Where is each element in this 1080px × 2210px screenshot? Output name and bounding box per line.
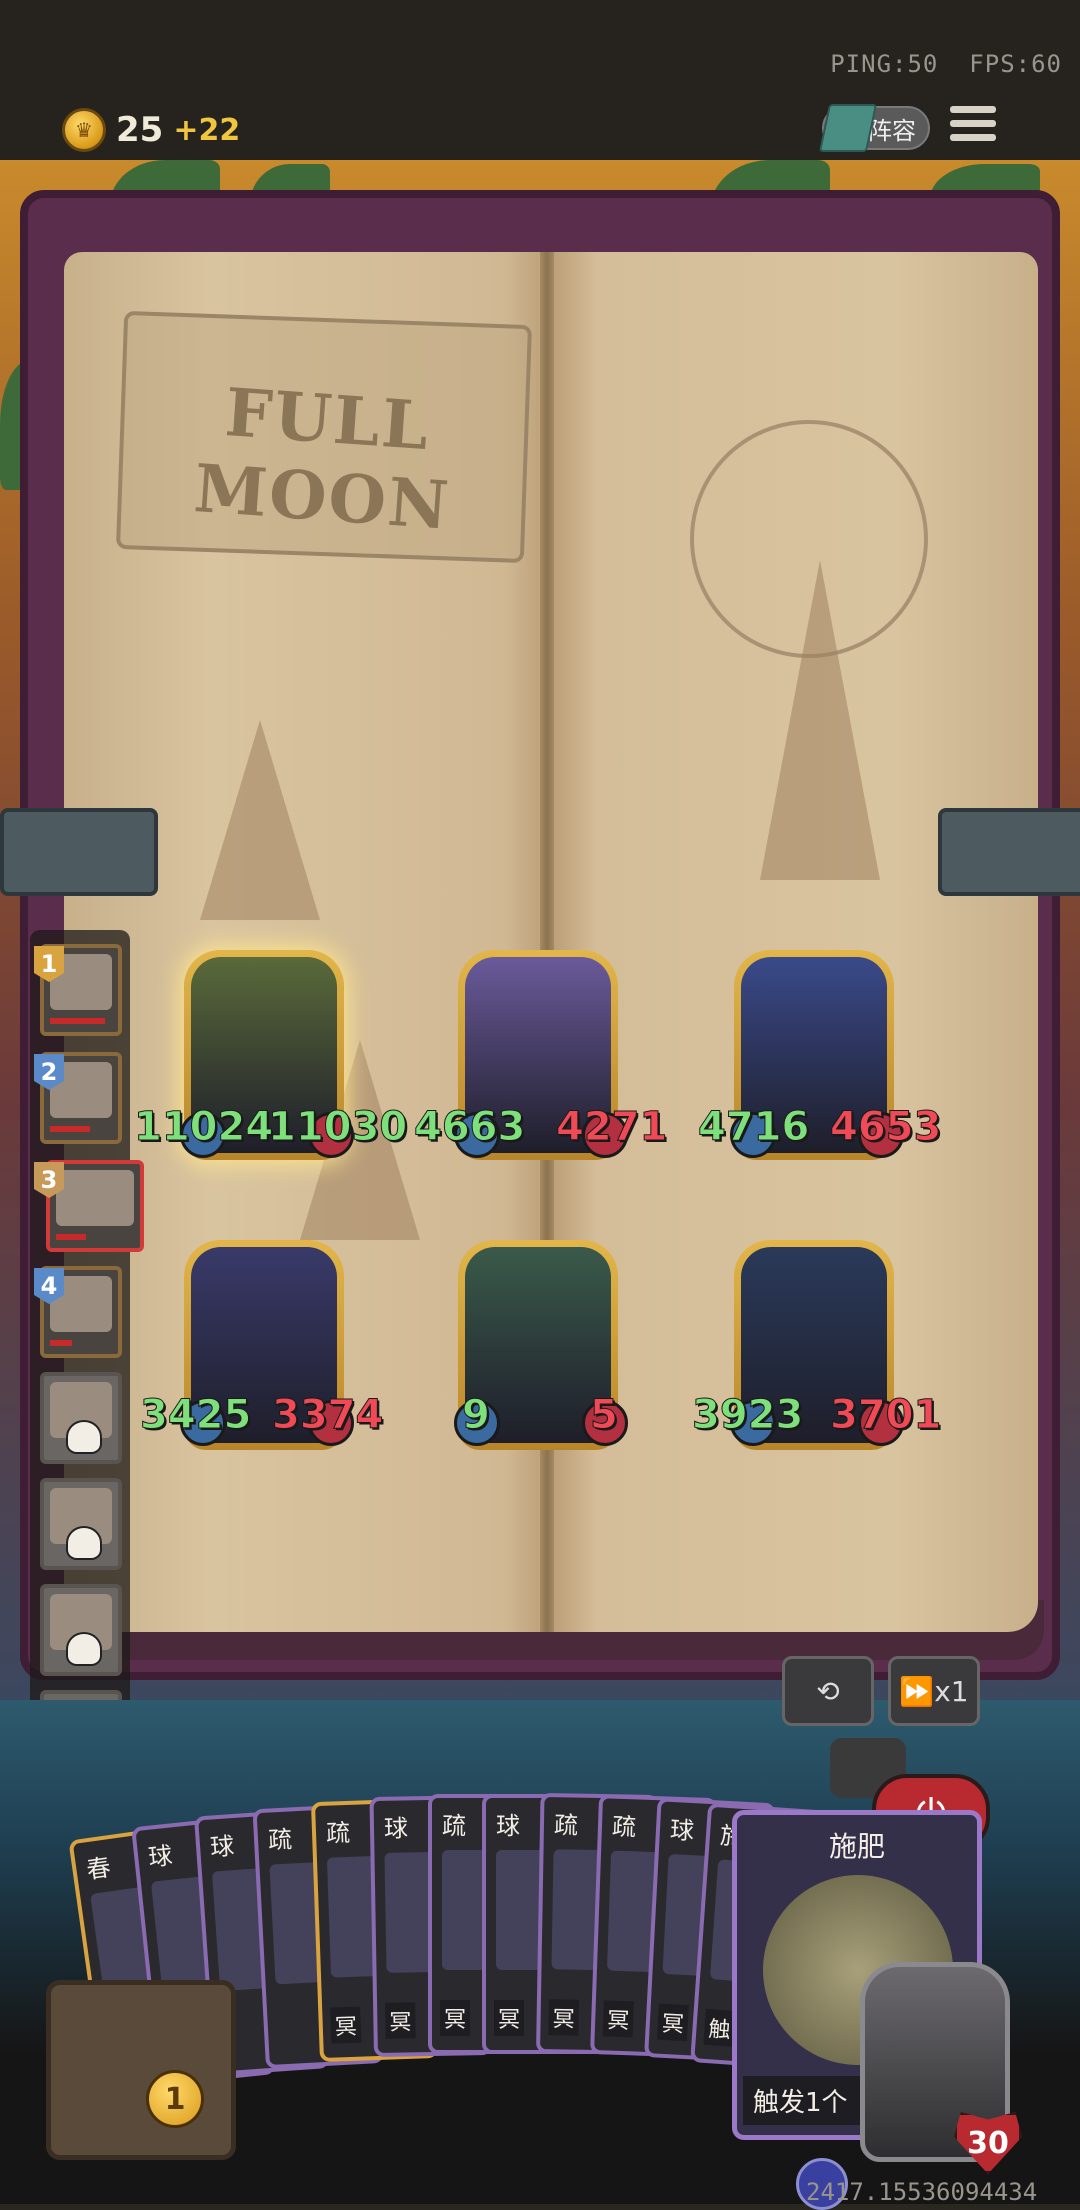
card-desc: 冥 <box>548 1999 579 2036</box>
hero-3-health: 4653 <box>829 1104 942 1151</box>
deck-count-badge: 1 <box>146 2070 204 2128</box>
hero-6-health: 3701 <box>829 1392 942 1439</box>
card-name: 球 <box>383 1814 409 1843</box>
menu-icon[interactable] <box>950 106 996 148</box>
rotate-icon: ⟲ <box>816 1674 840 1708</box>
skull-icon <box>66 1526 102 1560</box>
gold-income: +22 <box>173 112 241 148</box>
hero-6-attack: 3923 <box>691 1392 804 1439</box>
replay-button[interactable]: ⟲ <box>782 1656 874 1726</box>
hero-5-attack: 9 <box>462 1392 491 1439</box>
card-name: 疏 <box>442 1812 466 1840</box>
gold-value: 25 <box>116 110 164 150</box>
session-id: 2417.15536094434 <box>806 2178 1038 2206</box>
card-desc: 冥 <box>602 2000 634 2038</box>
player-hp-bar <box>50 1018 105 1024</box>
card-desc: 冥 <box>494 2000 525 2036</box>
player-hp-bar <box>56 1234 86 1240</box>
roster-slot-7[interactable] <box>40 1584 122 1676</box>
card-name: 球 <box>496 1812 520 1840</box>
card-name: 球 <box>146 1841 174 1872</box>
card-name: 疏 <box>553 1811 579 1840</box>
crown-coin-icon: ♛ <box>62 108 106 152</box>
player-hp-bar <box>50 1340 72 1346</box>
hero-5-health: 5 <box>590 1392 619 1439</box>
hero-1-attack: 11024 <box>133 1104 274 1151</box>
player-hp-bar <box>50 1126 90 1132</box>
skull-icon <box>66 1420 102 1454</box>
card-name: 疏 <box>267 1825 293 1855</box>
fps-readout: FPS:60 <box>969 50 1062 78</box>
hero-2-health: 4271 <box>555 1104 668 1151</box>
lineup-label: 阵容 <box>868 116 916 145</box>
hero-1-health: 11030 <box>267 1104 408 1151</box>
speed-button[interactable]: ⏩ x1 <box>888 1656 980 1726</box>
hero-2-attack: 4663 <box>413 1104 526 1151</box>
card-name: 球 <box>669 1815 695 1846</box>
card-desc: 冥 <box>330 2006 362 2044</box>
card-name: 疏 <box>325 1818 351 1848</box>
book-clamp-left <box>0 808 158 896</box>
roster-slot-6[interactable] <box>40 1478 122 1570</box>
gold-display: ♛ 25 +22 <box>62 108 240 152</box>
player-avatar <box>56 1170 134 1226</box>
hero-4-health: 3374 <box>271 1392 384 1439</box>
card-name: 春 <box>84 1853 113 1885</box>
fast-forward-icon: ⏩ <box>899 1674 935 1708</box>
skull-icon <box>66 1632 102 1666</box>
card-name: 球 <box>209 1832 236 1862</box>
ping-readout: PING:50 <box>830 50 939 78</box>
tree-sketch <box>200 720 320 920</box>
card-desc: 冥 <box>657 2003 689 2042</box>
card-name: 疏 <box>611 1812 637 1842</box>
speed-label: x1 <box>934 1674 969 1708</box>
hero-4-attack: 3425 <box>139 1392 252 1439</box>
deck-chest[interactable] <box>46 1980 236 2160</box>
book-clamp-right <box>938 808 1080 896</box>
network-stats: PING:50 FPS:60 <box>830 50 1062 78</box>
book-icon <box>818 104 878 152</box>
stage-title: FULL MOON <box>191 373 453 545</box>
card-desc: 触 <box>703 2008 736 2047</box>
featured-card-name: 施肥 <box>828 1830 885 1863</box>
card-desc: 冥 <box>440 2000 471 2036</box>
card-desc: 冥 <box>385 2002 416 2039</box>
hero-3-attack: 4716 <box>697 1104 810 1151</box>
tree-sketch <box>760 560 880 880</box>
roster-slot-5[interactable] <box>40 1372 122 1464</box>
